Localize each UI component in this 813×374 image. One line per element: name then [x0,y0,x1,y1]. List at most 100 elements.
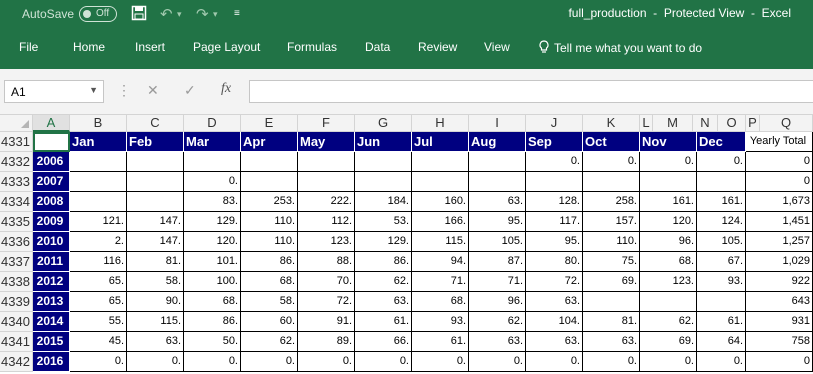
value-cell[interactable]: 72. [526,272,583,292]
value-cell[interactable]: 0. [70,352,127,372]
value-cell[interactable]: 110. [241,232,298,252]
value-cell[interactable]: 87. [469,252,526,272]
month-header-cell[interactable]: Jul [412,132,469,152]
row-header[interactable]: 4339 [0,292,33,312]
tab-insert[interactable]: Insert [135,40,165,54]
value-cell[interactable]: 0. [697,352,746,372]
value-cell[interactable]: 100. [184,272,241,292]
value-cell[interactable]: 71. [469,272,526,292]
column-header-q[interactable]: Q [760,115,813,132]
row-header[interactable]: 4333 [0,172,33,192]
value-cell[interactable]: 71. [412,272,469,292]
row-header[interactable]: 4342 [0,352,33,372]
value-cell[interactable]: 64. [697,332,746,352]
tab-data[interactable]: Data [365,40,390,54]
value-cell[interactable]: 129. [184,212,241,232]
value-cell[interactable]: 116. [70,252,127,272]
value-cell[interactable]: 81. [583,312,640,332]
row-header[interactable]: 4332 [0,152,33,172]
column-header-e[interactable]: E [241,115,298,132]
value-cell[interactable]: 68. [184,292,241,312]
yearly-total-header[interactable]: Yearly Total [746,132,813,152]
value-cell[interactable]: 147. [127,212,184,232]
value-cell[interactable]: 62. [469,312,526,332]
value-cell[interactable]: 120. [184,232,241,252]
value-cell[interactable]: 184. [355,192,412,212]
column-header-o[interactable]: O [718,115,746,132]
select-all-corner[interactable] [0,115,33,132]
save-icon[interactable] [131,5,147,25]
undo-dropdown-icon[interactable]: ▾ [177,9,182,20]
value-cell[interactable]: 0. [412,352,469,372]
yearly-total-cell[interactable]: 0 [746,152,813,172]
value-cell[interactable] [184,152,241,172]
row-header[interactable]: 4337 [0,252,33,272]
value-cell[interactable]: 63. [583,332,640,352]
tab-file[interactable]: File [19,40,38,54]
value-cell[interactable]: 80. [526,252,583,272]
value-cell[interactable]: 161. [697,192,746,212]
year-cell[interactable]: 2009 [33,212,70,232]
value-cell[interactable]: 55. [70,312,127,332]
row-header[interactable]: 4338 [0,272,33,292]
value-cell[interactable]: 115. [412,232,469,252]
value-cell[interactable]: 0. [640,352,697,372]
value-cell[interactable] [697,292,746,312]
value-cell[interactable]: 63. [469,332,526,352]
undo-icon[interactable]: ↶ [160,5,173,23]
row-header[interactable]: 4340 [0,312,33,332]
value-cell[interactable]: 157. [583,212,640,232]
tab-formulas[interactable]: Formulas [287,40,337,54]
formula-bar-grip-icon[interactable]: ⋮ [117,82,131,99]
column-header-m[interactable]: M [653,115,693,132]
column-header-l[interactable]: L [640,115,653,132]
month-header-cell[interactable]: Oct [583,132,640,152]
value-cell[interactable] [70,172,127,192]
value-cell[interactable] [640,172,697,192]
value-cell[interactable]: 67. [697,252,746,272]
month-header-cell[interactable]: Aug [469,132,526,152]
value-cell[interactable]: 0. [184,352,241,372]
month-header-cell[interactable]: Mar [184,132,241,152]
value-cell[interactable]: 0. [697,152,746,172]
value-cell[interactable]: 0. [583,152,640,172]
value-cell[interactable]: 65. [70,292,127,312]
redo-dropdown-icon[interactable]: ▾ [213,9,218,20]
value-cell[interactable]: 65. [70,272,127,292]
value-cell[interactable]: 0. [526,152,583,172]
value-cell[interactable] [298,152,355,172]
year-cell[interactable]: 2012 [33,272,70,292]
worksheet-grid[interactable]: A B C D E F G H I J K L M N O P Q 4331 Jan Feb Mar Apr May Jun J… [0,115,813,374]
value-cell[interactable]: 0. [298,352,355,372]
value-cell[interactable] [298,172,355,192]
value-cell[interactable]: 93. [697,272,746,292]
value-cell[interactable]: 95. [526,232,583,252]
value-cell[interactable]: 117. [526,212,583,232]
value-cell[interactable]: 69. [640,332,697,352]
value-cell[interactable]: 72. [298,292,355,312]
value-cell[interactable]: 63. [526,292,583,312]
value-cell[interactable] [697,172,746,192]
value-cell[interactable] [355,152,412,172]
column-header-i[interactable]: I [469,115,526,132]
value-cell[interactable]: 66. [355,332,412,352]
value-cell[interactable]: 160. [412,192,469,212]
yearly-total-cell[interactable]: 0 [746,172,813,192]
value-cell[interactable]: 63. [469,192,526,212]
cell-a1[interactable] [33,132,70,152]
row-header[interactable]: 4331 [0,132,33,152]
value-cell[interactable]: 63. [526,332,583,352]
value-cell[interactable]: 129. [355,232,412,252]
formula-input[interactable] [249,80,813,103]
value-cell[interactable]: 61. [412,332,469,352]
customize-toolbar-icon[interactable]: ≡ [234,8,240,19]
value-cell[interactable]: 50. [184,332,241,352]
value-cell[interactable]: 166. [412,212,469,232]
value-cell[interactable]: 2. [70,232,127,252]
value-cell[interactable]: 60. [241,312,298,332]
month-header-cell[interactable]: Nov [640,132,697,152]
value-cell[interactable]: 147. [127,232,184,252]
yearly-total-cell[interactable]: 643 [746,292,813,312]
column-header-n[interactable]: N [693,115,718,132]
value-cell[interactable]: 101. [184,252,241,272]
